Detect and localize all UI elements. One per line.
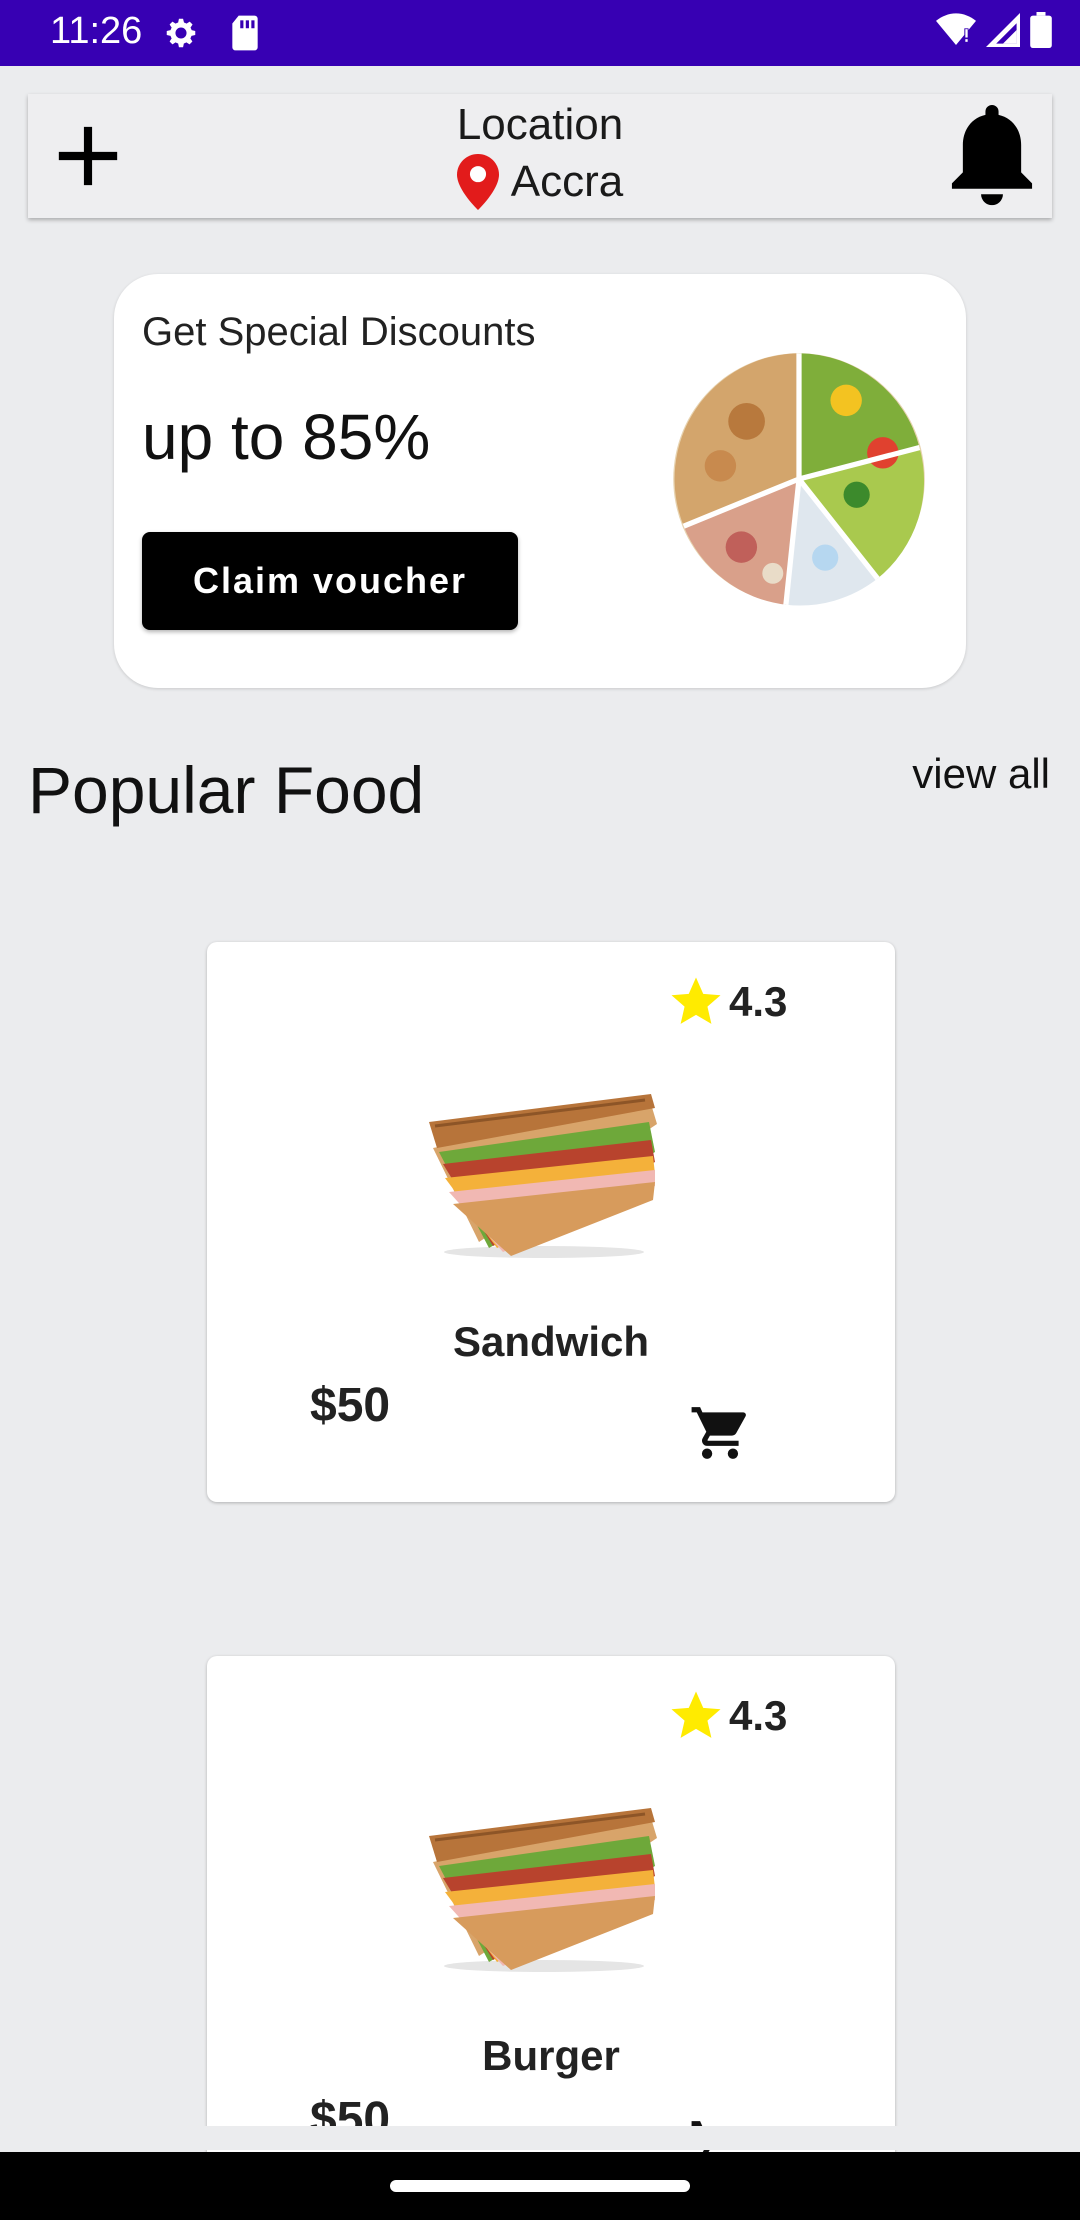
sd-card-icon <box>228 14 266 52</box>
sandwich-image <box>429 1808 657 1972</box>
star-icon <box>671 977 721 1024</box>
status-bar: 11:26 <box>0 0 1080 66</box>
claim-voucher-button[interactable]: Claim voucher <box>142 532 518 630</box>
map-pin-icon <box>456 154 499 210</box>
rating: 4.3 <box>667 974 787 1030</box>
promo-subtitle: Get Special Discounts <box>142 310 536 354</box>
popular-food-heading: Popular Food <box>28 753 425 827</box>
add-to-cart-button[interactable] <box>685 1398 755 1468</box>
home-gesture-handle[interactable] <box>390 2180 690 2192</box>
rating: 4.3 <box>667 1688 787 1744</box>
gear-icon <box>162 14 200 52</box>
bell-icon <box>951 105 1033 206</box>
cart-icon <box>691 1407 746 1459</box>
view-all-link[interactable]: view all <box>912 750 1050 798</box>
battery-icon <box>1030 12 1052 53</box>
location-label: Location <box>456 100 624 149</box>
discount-banner: Get Special Discounts up to 85% Claim vo… <box>114 274 966 688</box>
star-icon <box>671 1691 721 1738</box>
food-name: Sandwich <box>452 1318 650 1365</box>
rating-value: 4.3 <box>729 1692 788 1739</box>
food-name: Burger <box>482 2032 620 2079</box>
notifications-button[interactable] <box>942 104 1042 208</box>
wifi-icon <box>936 13 976 52</box>
list-clip-edge <box>0 2126 1080 2150</box>
location-selector[interactable]: Accra <box>28 154 1052 210</box>
rating-value: 4.3 <box>729 978 788 1025</box>
sandwich-image <box>429 1094 657 1258</box>
top-app-bar: Location Accra <box>28 94 1052 218</box>
food-price: $50 <box>310 1379 391 1432</box>
system-navigation-bar <box>0 2152 1080 2220</box>
food-groups-image <box>673 353 925 606</box>
signal-icon <box>986 13 1020 52</box>
status-time: 11:26 <box>50 10 143 52</box>
location-city: Accra <box>510 157 624 206</box>
promo-headline: up to 85% <box>142 401 431 473</box>
food-card-sandwich[interactable]: 4.3 Sandwich $50 <box>207 942 895 1502</box>
